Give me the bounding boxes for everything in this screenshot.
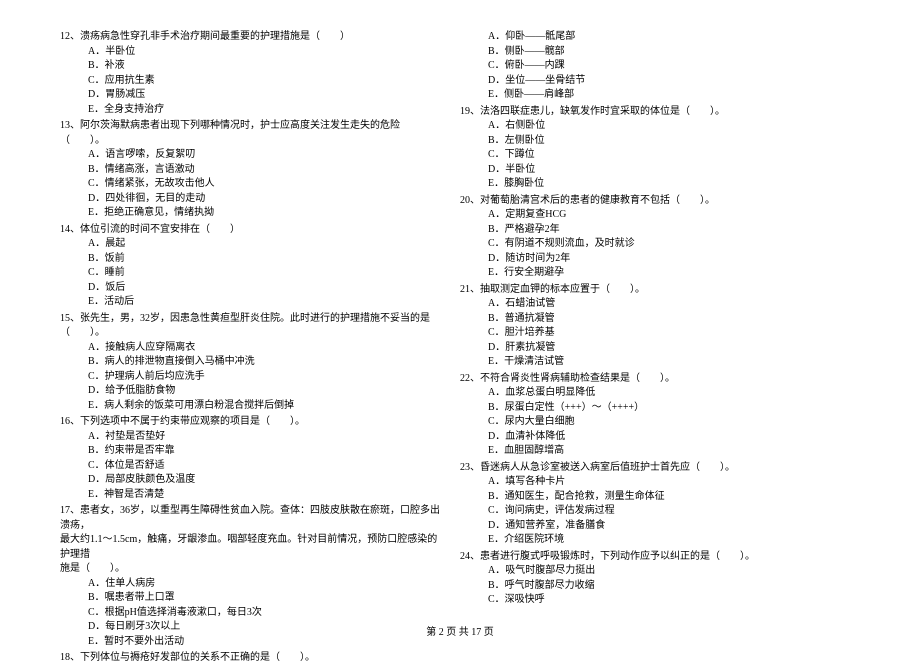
- question-option: E．全身支持治疗: [60, 103, 440, 118]
- question-option: E．血胆固醇增高: [460, 444, 840, 459]
- question-option: C．护理病人前后均应洗手: [60, 370, 440, 385]
- question-option: E．行安全期避孕: [460, 266, 840, 281]
- question-option: D．随访时间为2年: [460, 252, 840, 267]
- question-text: 16、下列选项中不属于约束带应观察的项目是（ ）。: [60, 415, 440, 430]
- question-text: 22、不符合肾炎性肾病辅助检查结果是（ ）。: [460, 372, 840, 387]
- question-text: 13、阿尔茨海默病患者出现下列哪种情况时，护士应高度关注发生走失的危险（ ）。: [60, 119, 440, 148]
- question-option: C．体位是否舒适: [60, 459, 440, 474]
- question-option: E．拒绝正确意见，情绪执拗: [60, 206, 440, 221]
- question-option: D．坐位——坐骨结节: [460, 74, 840, 89]
- question-option: C．询问病史，评估发病过程: [460, 504, 840, 519]
- question-block: 20、对葡萄胎清宫术后的患者的健康教育不包括（ ）。A．定期复查HCGB．严格避…: [460, 194, 840, 281]
- question-option: B．补液: [60, 59, 440, 74]
- question-option: A．接触病人应穿隔离衣: [60, 341, 440, 356]
- question-option: E．干燥清洁试管: [460, 355, 840, 370]
- question-option: C．胆汁培养基: [460, 326, 840, 341]
- question-option: C．俯卧——内踝: [460, 59, 840, 74]
- question-option: D．局部皮肤颜色及温度: [60, 473, 440, 488]
- question-option: E．介绍医院环境: [460, 533, 840, 548]
- question-subtext: 最大约1.1～1.5cm，触痛，牙龈渗血。咽部轻度充血。针对目前情况，预防口腔感…: [60, 533, 440, 562]
- question-block: 21、抽取测定血钾的标本应置于（ ）。A．石蜡油试管B．普通抗凝管C．胆汁培养基…: [460, 283, 840, 370]
- question-option: C．深吸快呼: [460, 593, 840, 608]
- question-text: 18、下列体位与褥疮好发部位的关系不正确的是（ ）。: [60, 651, 440, 666]
- question-option: B．严格避孕2年: [460, 223, 840, 238]
- question-option: B．通知医生，配合抢救，测量生命体征: [460, 490, 840, 505]
- question-option: D．饭后: [60, 281, 440, 296]
- question-block: 15、张先生，男，32岁，因患急性黄疸型肝炎住院。此时进行的护理措施不妥当的是（…: [60, 312, 440, 414]
- question-block: 22、不符合肾炎性肾病辅助检查结果是（ ）。A．血浆总蛋白明显降低B．尿蛋白定性…: [460, 372, 840, 459]
- left-column: 12、溃疡病急性穿孔非手术治疗期间最重要的护理措施是（ ）A．半卧位B．补液C．…: [60, 30, 460, 620]
- question-option: C．睡前: [60, 266, 440, 281]
- question-option: D．四处徘徊，无目的走动: [60, 192, 440, 207]
- question-option: A．半卧位: [60, 45, 440, 60]
- question-option: E．活动后: [60, 295, 440, 310]
- question-option: D．半卧位: [460, 163, 840, 178]
- question-option: D．肝素抗凝管: [460, 341, 840, 356]
- question-block: 19、法洛四联症患儿，缺氧发作时宜采取的体位是（ ）。A．右侧卧位B．左侧卧位C…: [460, 105, 840, 192]
- question-option: B．尿蛋白定性（+++）～（++++）: [460, 401, 840, 416]
- question-option: A．衬垫是否垫好: [60, 430, 440, 445]
- question-option: A．语言啰嗦，反复絮叨: [60, 148, 440, 163]
- question-block: 12、溃疡病急性穿孔非手术治疗期间最重要的护理措施是（ ）A．半卧位B．补液C．…: [60, 30, 440, 117]
- question-text: 12、溃疡病急性穿孔非手术治疗期间最重要的护理措施是（ ）: [60, 30, 440, 45]
- question-option: A．住单人病房: [60, 577, 440, 592]
- question-text: 19、法洛四联症患儿，缺氧发作时宜采取的体位是（ ）。: [460, 105, 840, 120]
- question-block: 18、下列体位与褥疮好发部位的关系不正确的是（ ）。: [60, 651, 440, 666]
- question-block: 24、患者进行腹式呼吸锻炼时，下列动作应予以纠正的是（ ）。A．吸气时腹部尽力挺…: [460, 550, 840, 608]
- question-text: 21、抽取测定血钾的标本应置于（ ）。: [460, 283, 840, 298]
- question-option: E．暂时不要外出活动: [60, 635, 440, 650]
- question-text: 14、体位引流的时间不宜安排在（ ）: [60, 223, 440, 238]
- question-block: 16、下列选项中不属于约束带应观察的项目是（ ）。A．衬垫是否垫好B．约束带是否…: [60, 415, 440, 502]
- question-option: A．仰卧——骶尾部: [460, 30, 840, 45]
- question-continuation: A．仰卧——骶尾部B．侧卧——髋部C．俯卧——内踝D．坐位——坐骨结节E．侧卧—…: [460, 30, 840, 103]
- question-text: 17、患者女，36岁，以重型再生障碍性贫血入院。查体：四肢皮肤散在瘀斑，口腔多出…: [60, 504, 440, 533]
- question-option: B．饭前: [60, 252, 440, 267]
- question-option: E．神智是否清楚: [60, 488, 440, 503]
- question-text: 15、张先生，男，32岁，因患急性黄疸型肝炎住院。此时进行的护理措施不妥当的是（…: [60, 312, 440, 341]
- question-option: B．侧卧——髋部: [460, 45, 840, 60]
- question-option: E．病人剩余的饭菜可用漂白粉混合搅拌后倒掉: [60, 399, 440, 414]
- question-option: B．病人的排泄物直接倒入马桶中冲洗: [60, 355, 440, 370]
- question-option: E．膝胸卧位: [460, 177, 840, 192]
- question-option: C．情绪紧张，无故攻击他人: [60, 177, 440, 192]
- question-option: D．血清补体降低: [460, 430, 840, 445]
- question-block: 14、体位引流的时间不宜安排在（ ）A．晨起B．饭前C．睡前D．饭后E．活动后: [60, 223, 440, 310]
- question-option: A．血浆总蛋白明显降低: [460, 386, 840, 401]
- question-option: C．应用抗生素: [60, 74, 440, 89]
- question-option: C．有阴道不规则流血，及时就诊: [460, 237, 840, 252]
- question-subtext: 施是（ ）。: [60, 562, 440, 577]
- question-option: B．普通抗凝管: [460, 312, 840, 327]
- question-text: 20、对葡萄胎清宫术后的患者的健康教育不包括（ ）。: [460, 194, 840, 209]
- question-text: 24、患者进行腹式呼吸锻炼时，下列动作应予以纠正的是（ ）。: [460, 550, 840, 565]
- question-option: B．左侧卧位: [460, 134, 840, 149]
- page-footer: 第 2 页 共 17 页: [426, 623, 494, 638]
- question-text: 23、昏迷病人从急诊室被送入病室后值班护士首先应（ ）。: [460, 461, 840, 476]
- question-option: C．尿内大量白细胞: [460, 415, 840, 430]
- question-option: A．石蜡油试管: [460, 297, 840, 312]
- question-option: B．情绪高涨，言语激动: [60, 163, 440, 178]
- question-option: D．胃肠减压: [60, 88, 440, 103]
- question-option: B．约束带是否牢靠: [60, 444, 440, 459]
- question-option: A．晨起: [60, 237, 440, 252]
- question-option: A．定期复查HCG: [460, 208, 840, 223]
- question-block: 13、阿尔茨海默病患者出现下列哪种情况时，护士应高度关注发生走失的危险（ ）。A…: [60, 119, 440, 221]
- question-option: A．吸气时腹部尽力挺出: [460, 564, 840, 579]
- question-option: A．右侧卧位: [460, 119, 840, 134]
- question-option: C．下蹲位: [460, 148, 840, 163]
- question-option: A．填写各种卡片: [460, 475, 840, 490]
- question-block: 23、昏迷病人从急诊室被送入病室后值班护士首先应（ ）。A．填写各种卡片B．通知…: [460, 461, 840, 548]
- question-option: B．呼气时腹部尽力收缩: [460, 579, 840, 594]
- question-block: 17、患者女，36岁，以重型再生障碍性贫血入院。查体：四肢皮肤散在瘀斑，口腔多出…: [60, 504, 440, 649]
- question-option: E．侧卧——肩峰部: [460, 88, 840, 103]
- question-option: B．嘱患者带上口罩: [60, 591, 440, 606]
- question-option: D．给予低脂肪食物: [60, 384, 440, 399]
- question-option: C．根据pH值选择消毒液漱口，每日3次: [60, 606, 440, 621]
- question-option: D．通知营养室，准备膳食: [460, 519, 840, 534]
- right-column: A．仰卧——骶尾部B．侧卧——髋部C．俯卧——内踝D．坐位——坐骨结节E．侧卧—…: [460, 30, 860, 620]
- question-option: D．每日刷牙3次以上: [60, 620, 440, 635]
